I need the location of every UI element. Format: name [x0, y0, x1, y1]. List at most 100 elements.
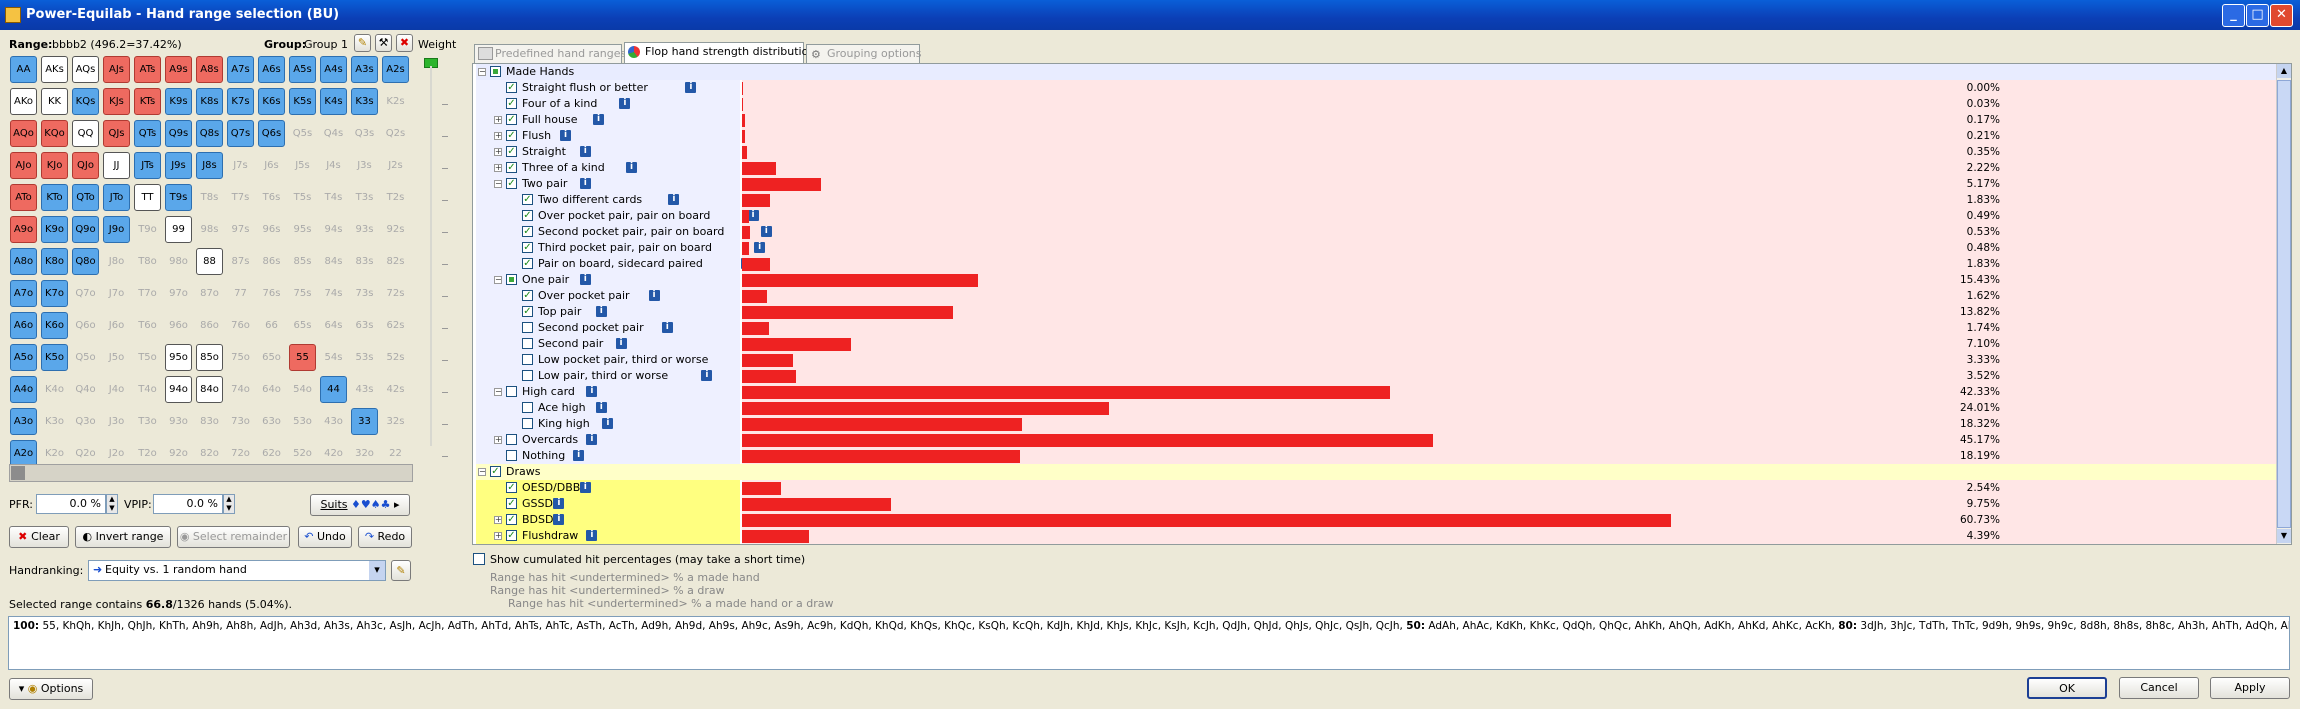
- hand-cell[interactable]: AA: [10, 56, 37, 83]
- expand-icon[interactable]: +: [494, 116, 502, 124]
- weight-slider-track[interactable]: [430, 66, 432, 446]
- tree-row[interactable]: Ace high i 24.01%: [476, 400, 2276, 416]
- hand-cell[interactable]: 93o: [165, 408, 192, 435]
- info-icon[interactable]: i: [602, 418, 614, 429]
- hand-cell[interactable]: 54o: [289, 376, 316, 403]
- hand-cell[interactable]: 42o: [320, 440, 347, 467]
- hand-cell[interactable]: JTo: [103, 184, 130, 211]
- hand-cell[interactable]: K4o: [41, 376, 68, 403]
- select-remainder-button[interactable]: ◉ Select remainder: [177, 526, 290, 548]
- hand-cell[interactable]: A9s: [165, 56, 192, 83]
- info-icon[interactable]: i: [701, 370, 713, 381]
- info-icon[interactable]: i: [615, 338, 627, 349]
- hand-cell[interactable]: 65o: [258, 344, 285, 371]
- hand-cell[interactable]: Q4s: [320, 120, 347, 147]
- pfr-input[interactable]: 0.0 %: [36, 494, 106, 514]
- expand-icon[interactable]: +: [494, 516, 502, 524]
- info-icon[interactable]: i: [586, 386, 598, 397]
- hand-cell[interactable]: K6s: [258, 88, 285, 115]
- hand-cell[interactable]: AKs: [41, 56, 68, 83]
- tree-row[interactable]: Second pocket pair i 1.74%: [476, 320, 2276, 336]
- hand-cell[interactable]: AJo: [10, 152, 37, 179]
- hand-cell[interactable]: K5s: [289, 88, 316, 115]
- hand-cell[interactable]: K7s: [227, 88, 254, 115]
- expand-icon[interactable]: +: [494, 164, 502, 172]
- info-icon[interactable]: i: [626, 162, 637, 173]
- scrollbar-thumb[interactable]: [2277, 80, 2291, 528]
- hand-cell[interactable]: 74s: [320, 280, 347, 307]
- tree-row-checkbox[interactable]: [522, 402, 533, 413]
- hand-cell[interactable]: 62o: [258, 440, 285, 467]
- hand-cell[interactable]: 43s: [351, 376, 378, 403]
- hand-cell[interactable]: 98s: [196, 216, 223, 243]
- hand-cell[interactable]: K9s: [165, 88, 192, 115]
- tree-row-checkbox[interactable]: ✓: [522, 242, 533, 253]
- tool-group-button[interactable]: ⚒: [375, 34, 392, 52]
- tree-row-checkbox[interactable]: ✓: [506, 482, 517, 493]
- hand-cell[interactable]: Q4o: [72, 376, 99, 403]
- tree-row-checkbox[interactable]: [522, 322, 533, 333]
- hand-cell[interactable]: A6o: [10, 312, 37, 339]
- info-icon[interactable]: i: [579, 274, 591, 285]
- hand-cell[interactable]: 83s: [351, 248, 378, 275]
- hand-cell[interactable]: 52o: [289, 440, 316, 467]
- info-icon[interactable]: i: [579, 146, 591, 157]
- tree-row[interactable]: + ✓ Flushdraw i 4.39%: [476, 528, 2276, 544]
- hand-cell[interactable]: KQo: [41, 120, 68, 147]
- hand-cell[interactable]: Q7s: [227, 120, 254, 147]
- hand-cell[interactable]: KQs: [72, 88, 99, 115]
- tree-row[interactable]: Second pair i 7.10%: [476, 336, 2276, 352]
- scroll-down-icon[interactable]: ▼: [2277, 529, 2291, 543]
- tree-row[interactable]: − High card i 42.33%: [476, 384, 2276, 400]
- tree-row-checkbox[interactable]: ✓: [506, 130, 517, 141]
- delete-group-button[interactable]: ✖: [396, 34, 413, 52]
- hand-cell[interactable]: T9s: [165, 184, 192, 211]
- tree-row[interactable]: − One pair i 15.43%: [476, 272, 2276, 288]
- vertical-scrollbar[interactable]: ▲ ▼: [2276, 64, 2291, 544]
- tree-row-checkbox[interactable]: ✓: [506, 114, 517, 125]
- expand-icon[interactable]: +: [494, 436, 502, 444]
- info-icon[interactable]: i: [579, 178, 591, 189]
- hand-cell[interactable]: J4s: [320, 152, 347, 179]
- hand-cell[interactable]: K9o: [41, 216, 68, 243]
- tab-flop-hand-strength[interactable]: Flop hand strength distribution: [624, 42, 815, 64]
- hand-cell[interactable]: ATs: [134, 56, 161, 83]
- hand-cell[interactable]: KTs: [134, 88, 161, 115]
- tree-row-checkbox[interactable]: ✓: [506, 178, 517, 189]
- hand-cell[interactable]: Q5s: [289, 120, 316, 147]
- hand-cell[interactable]: T4o: [134, 376, 161, 403]
- hand-cell[interactable]: AJs: [103, 56, 130, 83]
- hand-cell[interactable]: Q8s: [196, 120, 223, 147]
- tree-row[interactable]: + ✓ Straight i 0.35%: [476, 144, 2276, 160]
- hand-cell[interactable]: A8s: [196, 56, 223, 83]
- tree-row[interactable]: ✓ GSSD i 9.75%: [476, 496, 2276, 512]
- hand-cell[interactable]: QJs: [103, 120, 130, 147]
- hand-cell[interactable]: Q7o: [72, 280, 99, 307]
- tree-row-checkbox[interactable]: ✓: [506, 98, 517, 109]
- info-icon[interactable]: i: [553, 498, 565, 509]
- hand-cell[interactable]: K8s: [196, 88, 223, 115]
- undo-button[interactable]: ↶ Undo: [298, 526, 352, 548]
- hand-cell[interactable]: 52s: [382, 344, 409, 371]
- tree-row-checkbox[interactable]: ✓: [490, 466, 501, 477]
- info-icon[interactable]: i: [648, 290, 660, 301]
- hand-cell[interactable]: J7o: [103, 280, 130, 307]
- expand-icon[interactable]: +: [494, 132, 502, 140]
- hand-cell[interactable]: A8o: [10, 248, 37, 275]
- tree-row[interactable]: + Overcards i 45.17%: [476, 432, 2276, 448]
- tree-row[interactable]: Low pocket pair, third or worsei3.33%: [476, 352, 2276, 368]
- hand-cell[interactable]: 65s: [289, 312, 316, 339]
- hand-cell[interactable]: A5o: [10, 344, 37, 371]
- hand-cell[interactable]: Q8o: [72, 248, 99, 275]
- hand-cell[interactable]: 86o: [196, 312, 223, 339]
- hand-cell[interactable]: AKo: [10, 88, 37, 115]
- expand-icon[interactable]: +: [494, 148, 502, 156]
- hand-cell[interactable]: 75o: [227, 344, 254, 371]
- hand-cell[interactable]: QQ: [72, 120, 99, 147]
- hand-cell[interactable]: 44: [320, 376, 347, 403]
- collapse-icon[interactable]: −: [494, 388, 502, 396]
- tree-row-checkbox[interactable]: ✓: [506, 146, 517, 157]
- hand-cell[interactable]: 43o: [320, 408, 347, 435]
- hand-cell[interactable]: J2s: [382, 152, 409, 179]
- hand-cell[interactable]: 98o: [165, 248, 192, 275]
